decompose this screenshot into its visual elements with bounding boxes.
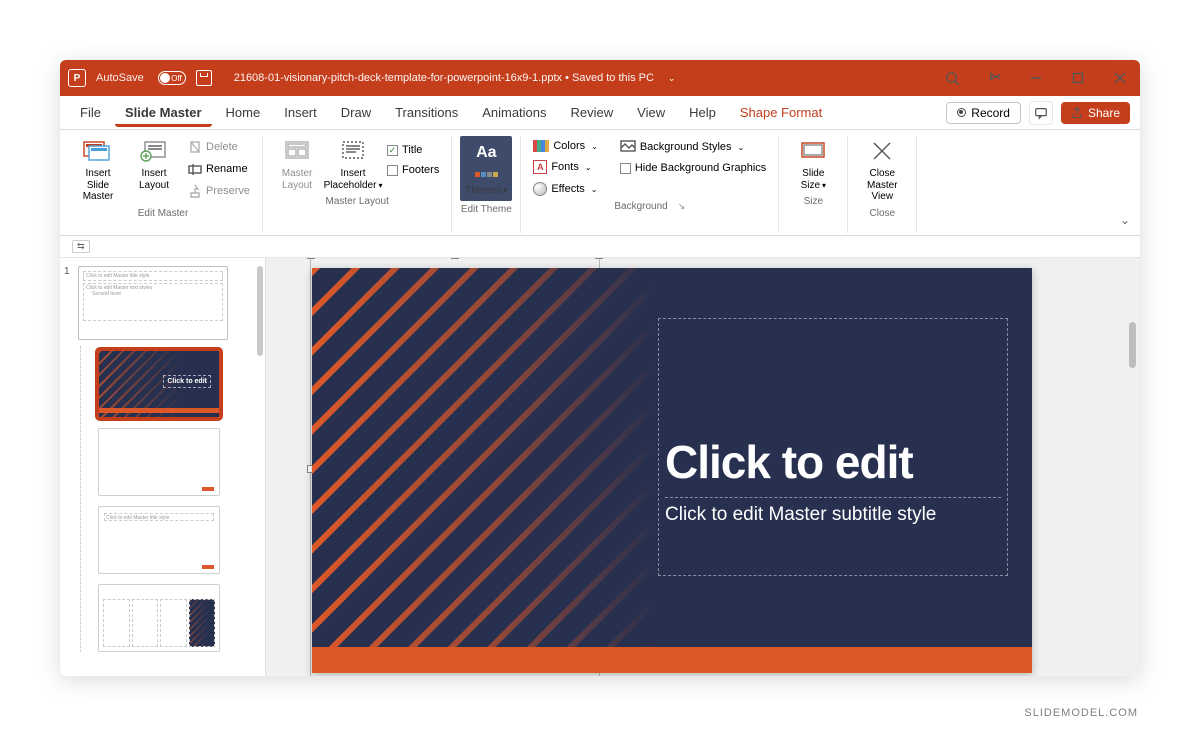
tab-shape-format[interactable]: Shape Format bbox=[730, 99, 832, 126]
qat-dropdown-icon[interactable]: ⇆ bbox=[72, 240, 90, 253]
ribbon-group-edit-master: Insert Slide Master Insert Layout Delete… bbox=[64, 136, 263, 233]
group-label-background: Background bbox=[614, 201, 667, 212]
thumb-layout-blank[interactable] bbox=[98, 428, 220, 496]
share-button[interactable]: Share bbox=[1061, 102, 1130, 124]
titlebar: P AutoSave Off 21608-01-visionary-pitch-… bbox=[60, 60, 1140, 96]
subtitle-placeholder[interactable]: Click to edit Master subtitle style bbox=[665, 497, 1001, 526]
subtitle-placeholder-text: Click to edit Master subtitle style bbox=[665, 504, 1001, 526]
close-icon bbox=[867, 138, 897, 164]
workspace: 1 Click to edit Master title style Click… bbox=[60, 258, 1140, 676]
effects-icon bbox=[533, 182, 547, 196]
insert-layout-button[interactable]: Insert Layout bbox=[128, 136, 180, 193]
thumbnail-scrollbar[interactable] bbox=[257, 266, 263, 356]
master-layout-button: Master Layout bbox=[271, 136, 323, 193]
ribbon-tabs: File Slide Master Home Insert Draw Trans… bbox=[60, 96, 1140, 130]
canvas-vertical-scrollbar[interactable] bbox=[1126, 258, 1138, 676]
fonts-button[interactable]: AFonts⌄ bbox=[529, 158, 602, 176]
group-label-edit-theme: Edit Theme bbox=[461, 201, 512, 217]
tab-help[interactable]: Help bbox=[679, 99, 726, 126]
record-button[interactable]: Record bbox=[946, 102, 1021, 124]
tab-view[interactable]: View bbox=[627, 99, 675, 126]
title-placeholder-text: Click to edit bbox=[665, 435, 1007, 489]
preserve-button: Preserve bbox=[184, 182, 254, 200]
resize-handle-tm[interactable] bbox=[451, 258, 459, 259]
comments-button[interactable] bbox=[1029, 101, 1053, 125]
background-styles-button[interactable]: Background Styles⌄ bbox=[616, 138, 770, 156]
colors-button[interactable]: Colors⌄ bbox=[529, 138, 602, 154]
checkbox-unchecked-icon bbox=[387, 165, 398, 176]
document-title: 21608-01-visionary-pitch-deck-template-f… bbox=[234, 72, 654, 84]
hide-background-checkbox[interactable]: Hide Background Graphics bbox=[616, 160, 770, 176]
maximize-button[interactable] bbox=[1070, 70, 1086, 86]
powerpoint-icon: P bbox=[68, 69, 86, 87]
tab-animations[interactable]: Animations bbox=[472, 99, 556, 126]
fonts-icon: A bbox=[533, 160, 547, 174]
effects-button[interactable]: Effects⌄ bbox=[529, 180, 602, 198]
rename-button[interactable]: Rename bbox=[184, 160, 254, 178]
record-icon bbox=[957, 108, 966, 117]
background-styles-icon bbox=[620, 140, 636, 154]
checkbox-unchecked-icon bbox=[620, 163, 631, 174]
app-window: P AutoSave Off 21608-01-visionary-pitch-… bbox=[60, 60, 1140, 676]
thumb-layout-title-slide[interactable]: Click to edit bbox=[98, 350, 220, 418]
background-dialog-launcher[interactable]: ↘ bbox=[678, 201, 686, 212]
slide-canvas[interactable]: Click to edit Click to edit Master subti… bbox=[266, 258, 1140, 676]
slide-accent-bar bbox=[312, 647, 1032, 673]
ribbon-group-background: Colors⌄ AFonts⌄ Effects⌄ Background Styl… bbox=[521, 136, 779, 233]
ribbon-group-edit-theme: Aa Themes▾ Edit Theme bbox=[452, 136, 521, 233]
tab-file[interactable]: File bbox=[70, 99, 111, 126]
resize-handle-tl[interactable] bbox=[307, 258, 315, 259]
insert-slide-master-button[interactable]: Insert Slide Master bbox=[72, 136, 124, 205]
slide-thumbnails-panel: 1 Click to edit Master title style Click… bbox=[60, 258, 266, 676]
tab-review[interactable]: Review bbox=[561, 99, 624, 126]
quick-access-below: ⇆ bbox=[60, 236, 1140, 258]
group-label-size: Size bbox=[804, 193, 823, 209]
slide-size-button[interactable]: Slide Size▾ bbox=[787, 136, 839, 193]
close-master-view-button[interactable]: Close Master View bbox=[856, 136, 908, 205]
tab-draw[interactable]: Draw bbox=[331, 99, 381, 126]
insert-placeholder-icon bbox=[338, 138, 368, 164]
autosave-toggle[interactable]: Off bbox=[158, 71, 186, 85]
thumb-layout-comparison[interactable] bbox=[98, 584, 220, 652]
insert-placeholder-button[interactable]: Insert Placeholder▾ bbox=[327, 136, 379, 193]
group-label-close: Close bbox=[870, 205, 896, 221]
insert-slide-master-icon bbox=[83, 138, 113, 164]
group-label-edit-master: Edit Master bbox=[138, 205, 189, 221]
insert-layout-icon bbox=[139, 138, 169, 164]
footers-checkbox[interactable]: Footers bbox=[383, 162, 443, 178]
ribbon: Insert Slide Master Insert Layout Delete… bbox=[60, 130, 1140, 236]
master-index: 1 bbox=[64, 266, 70, 277]
autosave-label: AutoSave bbox=[96, 72, 144, 84]
thumb-slide-master[interactable]: Click to edit Master title style Click t… bbox=[78, 266, 228, 340]
delete-button: Delete bbox=[184, 138, 254, 156]
colors-icon bbox=[533, 140, 549, 152]
master-layout-icon bbox=[282, 138, 312, 164]
themes-icon: Aa bbox=[471, 140, 501, 166]
tab-home[interactable]: Home bbox=[216, 99, 271, 126]
close-button[interactable] bbox=[1112, 70, 1128, 86]
search-icon[interactable] bbox=[944, 70, 960, 86]
title-checkbox[interactable]: ✓Title bbox=[383, 142, 443, 158]
scrollbar-thumb[interactable] bbox=[1129, 322, 1136, 368]
ribbon-group-size: Slide Size▾ Size bbox=[779, 136, 848, 233]
ribbon-group-master-layout: Master Layout Insert Placeholder▾ ✓Title… bbox=[263, 136, 452, 233]
title-dropdown-icon[interactable]: ⌄ bbox=[668, 73, 676, 84]
collapse-ribbon-button[interactable]: ⌄ bbox=[1120, 213, 1130, 227]
minimize-button[interactable] bbox=[1028, 70, 1044, 86]
tab-slide-master[interactable]: Slide Master bbox=[115, 99, 212, 127]
account-icon[interactable] bbox=[986, 70, 1002, 86]
slide-size-icon bbox=[798, 138, 828, 164]
resize-handle-tr[interactable] bbox=[595, 258, 603, 259]
thumb-layout-section-header[interactable]: Click to edit Master title style bbox=[98, 506, 220, 574]
tab-transitions[interactable]: Transitions bbox=[385, 99, 468, 126]
group-label-master-layout: Master Layout bbox=[325, 193, 388, 209]
save-icon[interactable] bbox=[196, 70, 212, 86]
tab-insert[interactable]: Insert bbox=[274, 99, 327, 126]
slide: Click to edit Click to edit Master subti… bbox=[312, 268, 1032, 673]
themes-button[interactable]: Aa Themes▾ bbox=[460, 136, 512, 201]
watermark: SLIDEMODEL.COM bbox=[1024, 707, 1138, 719]
title-placeholder[interactable]: Click to edit Click to edit Master subti… bbox=[658, 318, 1008, 576]
ribbon-group-close: Close Master View Close bbox=[848, 136, 917, 233]
checkbox-checked-icon: ✓ bbox=[387, 145, 398, 156]
